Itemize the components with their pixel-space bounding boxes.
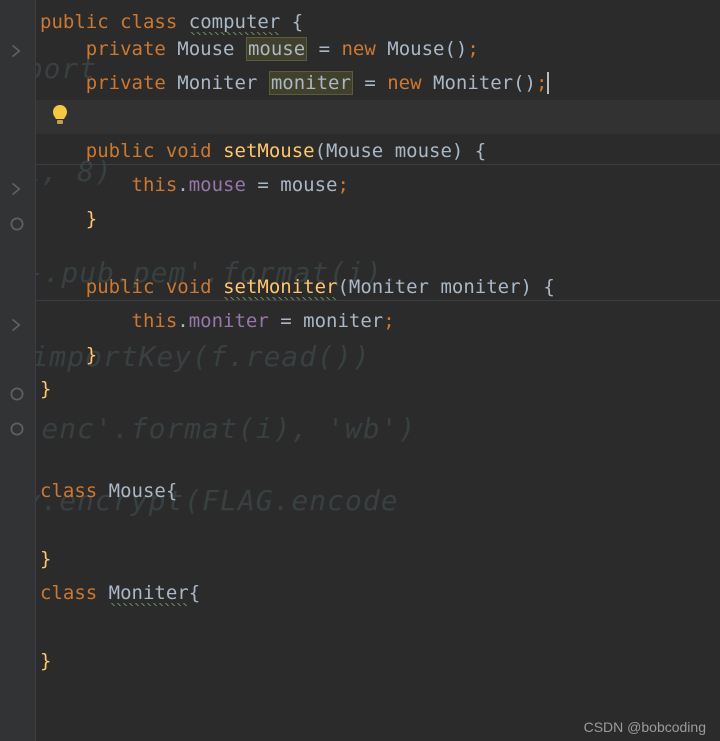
code-line[interactable]: public void setMouse(Mouse mouse) { [36,134,720,168]
override-icon[interactable] [8,215,26,233]
code-line[interactable]: class Mouse{ [36,474,720,508]
code-line[interactable]: private Moniter moniter = new Moniter(); [36,66,720,100]
fold-icon[interactable] [8,180,26,198]
code-line[interactable]: class Moniter{ [36,576,720,610]
code-line[interactable]: } [36,542,720,576]
code-line[interactable] [36,100,720,134]
code-line[interactable]: this.mouse = mouse; [36,168,720,202]
fold-icon[interactable] [8,42,26,60]
code-line[interactable]: public void setMoniter(Moniter moniter) … [36,270,720,304]
code-editor[interactable]: public class computer { private Mouse mo… [36,0,720,741]
code-line[interactable] [36,440,720,474]
override-icon[interactable] [8,385,26,403]
code-line[interactable]: } [36,372,720,406]
code-line[interactable] [36,508,720,542]
code-line[interactable] [36,236,720,270]
code-line[interactable]: } [36,338,720,372]
text-caret [547,72,549,94]
code-line[interactable] [36,610,720,644]
code-line[interactable]: public class computer { [36,0,720,32]
code-line[interactable]: } [36,202,720,236]
code-line[interactable]: } [36,644,720,678]
code-line[interactable]: this.moniter = moniter; [36,304,720,338]
override-icon[interactable] [8,420,26,438]
fold-icon[interactable] [8,316,26,334]
gutter [0,0,36,741]
code-line[interactable]: private Mouse mouse = new Mouse(); [36,32,720,66]
watermark-text: CSDN @bobcoding [584,719,706,735]
code-line[interactable] [36,406,720,440]
